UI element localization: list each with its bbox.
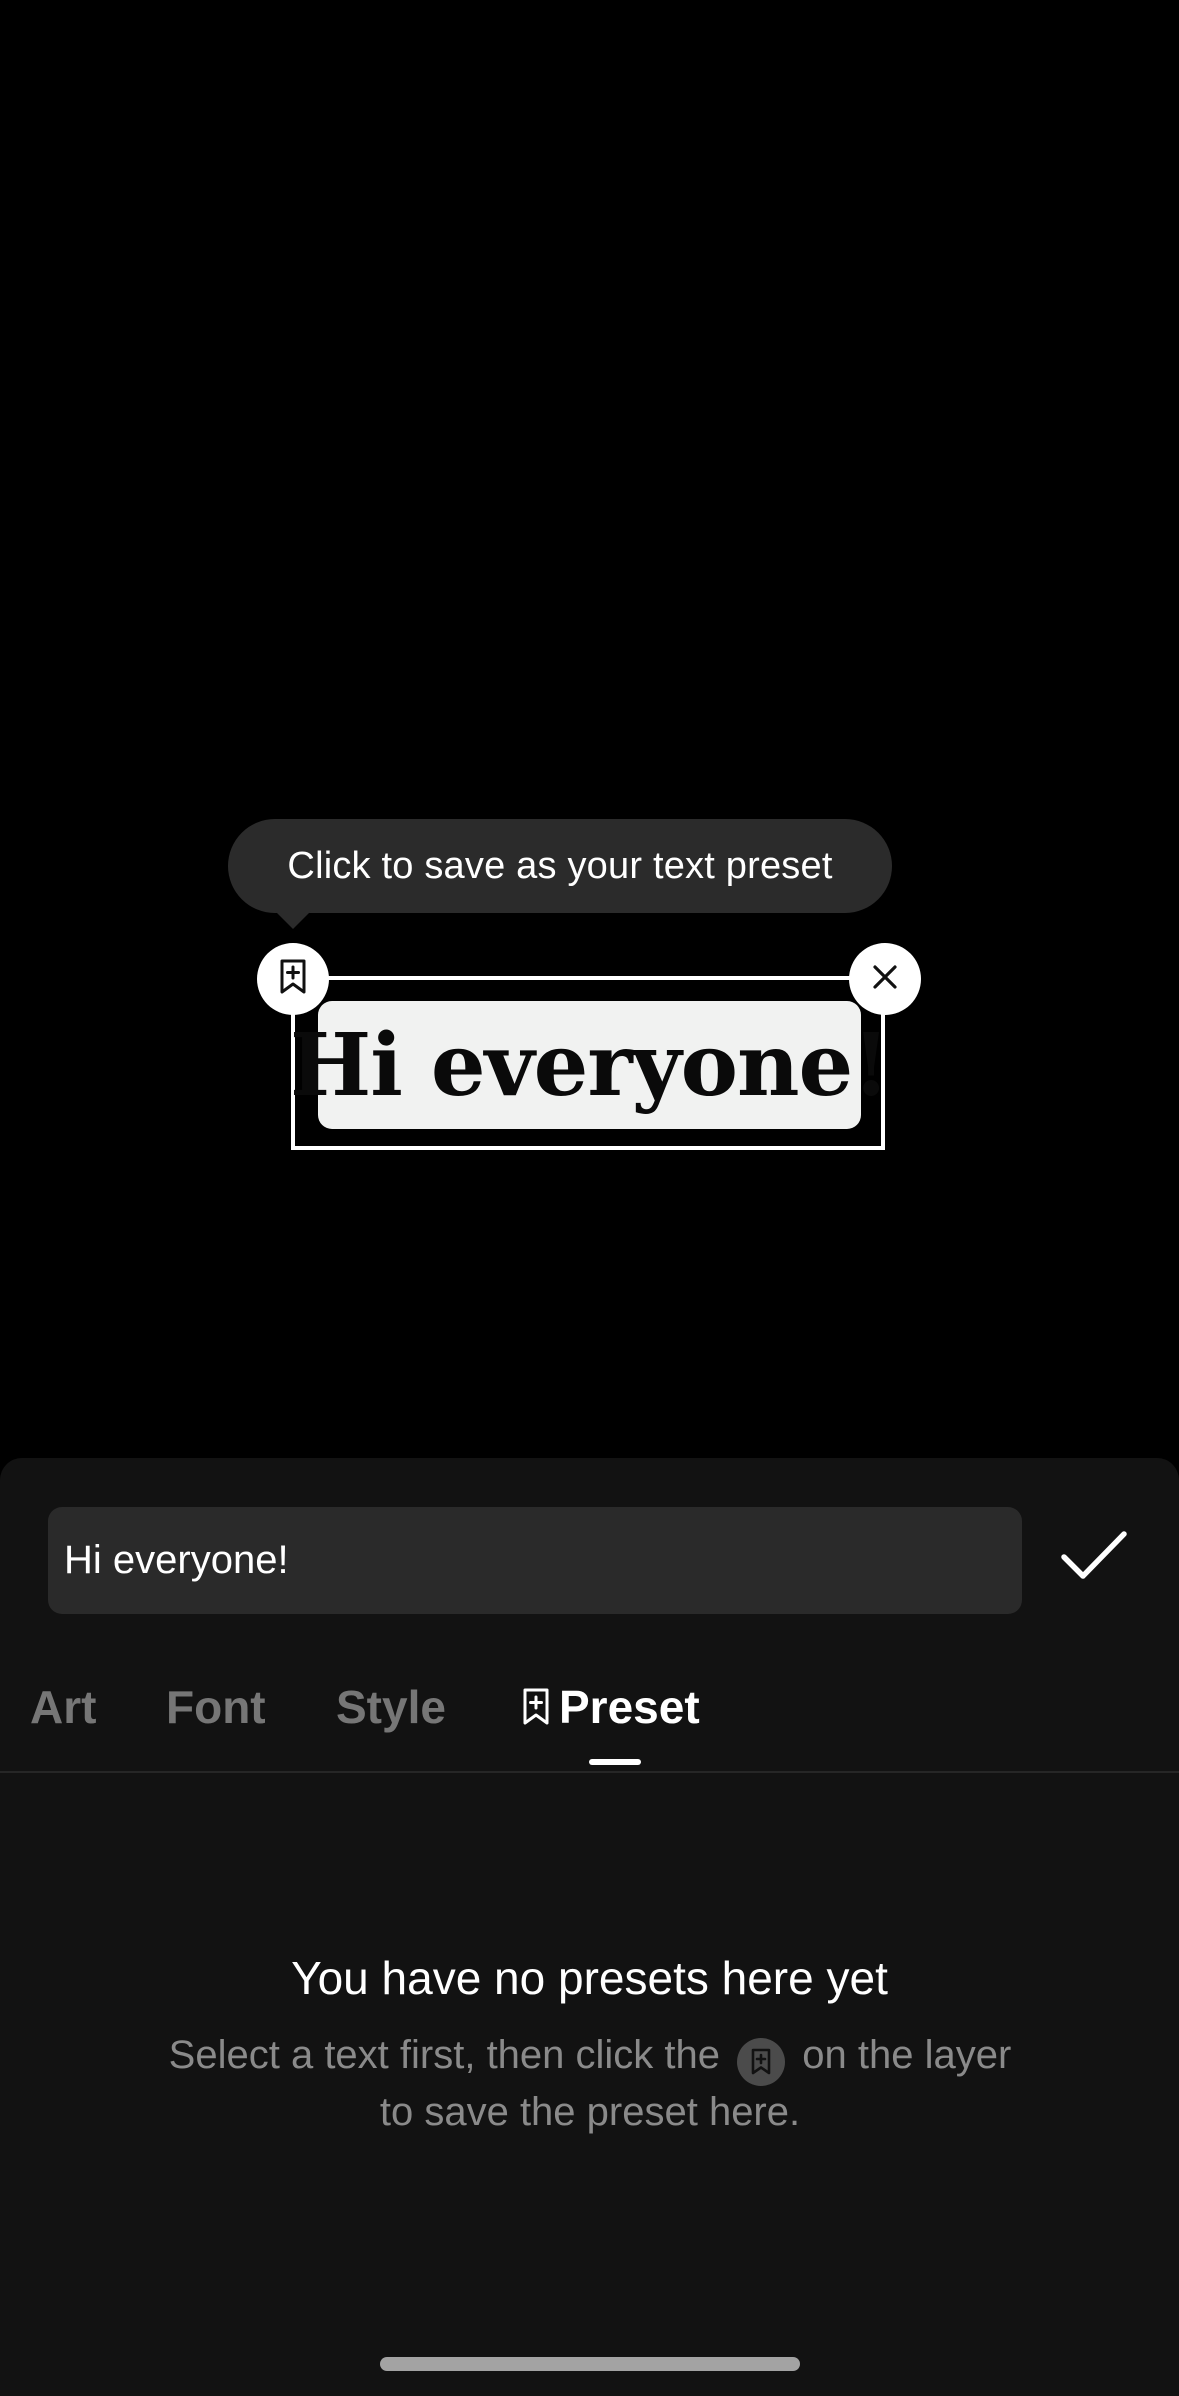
tab-art[interactable]: Art — [30, 1672, 96, 1742]
tab-label: Style — [336, 1681, 446, 1733]
save-preset-handle[interactable] — [257, 943, 329, 1015]
empty-state-title: You have no presets here yet — [291, 1952, 888, 2004]
tab-divider — [0, 1771, 1179, 1773]
tab-label: Font — [166, 1681, 266, 1733]
bookmark-plus-icon — [521, 1687, 551, 1727]
tab-label: Preset — [559, 1681, 700, 1733]
empty-state-description: Select a text first, then click the on t… — [150, 2029, 1030, 2138]
canvas-area[interactable] — [0, 0, 1179, 1458]
text-layer-content: Hi everyone! — [290, 1014, 890, 1116]
tab-font[interactable]: Font — [166, 1672, 266, 1742]
tooltip-arrow — [275, 911, 311, 929]
save-preset-tooltip: Click to save as your text preset — [228, 819, 892, 913]
checkmark-icon — [1059, 1528, 1129, 1589]
tab-label: Art — [30, 1681, 97, 1733]
bookmark-plus-icon — [737, 2038, 786, 2086]
active-tab-indicator — [589, 1759, 641, 1765]
tab-style[interactable]: Style — [336, 1672, 446, 1742]
delete-layer-handle[interactable] — [849, 943, 921, 1015]
tooltip-text: Click to save as your text preset — [287, 844, 833, 887]
home-indicator[interactable] — [380, 2357, 800, 2371]
close-icon — [869, 961, 901, 998]
text-input[interactable] — [48, 1507, 1022, 1614]
empty-desc-part1: Select a text first, then click the — [168, 2033, 721, 2077]
text-layer[interactable]: Hi everyone! — [290, 1001, 890, 1129]
confirm-button[interactable] — [1054, 1522, 1134, 1594]
bookmark-plus-icon — [277, 958, 309, 1001]
tab-preset[interactable]: Preset — [521, 1672, 700, 1742]
